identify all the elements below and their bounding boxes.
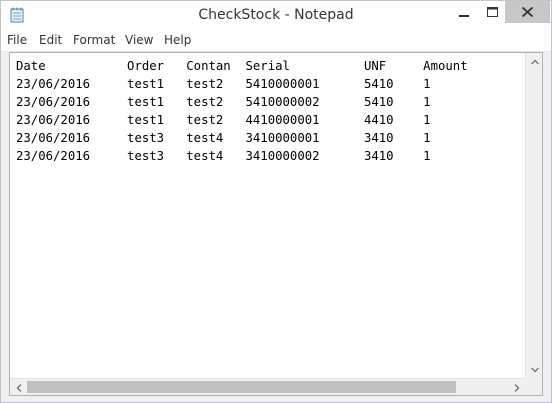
vertical-scrollbar[interactable]	[525, 53, 542, 378]
menu-bar: File Edit Format View Help	[1, 30, 551, 52]
editor-frame: Date Order Contan Serial UNF Amount 23/0…	[9, 52, 543, 396]
menu-file[interactable]: File	[7, 33, 27, 47]
chevron-right-icon	[514, 383, 519, 392]
chevron-left-icon	[16, 383, 21, 392]
close-button[interactable]	[505, 1, 550, 23]
chevron-down-icon	[530, 367, 539, 372]
menu-view[interactable]: View	[125, 33, 153, 47]
minimize-icon	[459, 15, 469, 17]
maximize-button[interactable]	[479, 1, 505, 23]
menu-help[interactable]: Help	[164, 33, 191, 47]
title-bar[interactable]: CheckStock - Notepad	[1, 1, 551, 30]
scroll-up-button[interactable]	[526, 53, 543, 70]
horizontal-scrollbar[interactable]	[10, 378, 525, 395]
scrollbar-corner	[525, 378, 542, 395]
menu-format[interactable]: Format	[73, 33, 115, 47]
scroll-down-button[interactable]	[526, 361, 543, 378]
notepad-window: CheckStock - Notepad File Edit Format Vi…	[0, 0, 552, 403]
chevron-up-icon	[530, 59, 539, 64]
text-editor[interactable]: Date Order Contan Serial UNF Amount 23/0…	[10, 53, 525, 378]
maximize-icon	[486, 7, 498, 17]
close-icon	[522, 7, 533, 17]
minimize-button[interactable]	[451, 1, 477, 23]
horizontal-scroll-thumb[interactable]	[27, 381, 456, 393]
editor-text[interactable]: Date Order Contan Serial UNF Amount 23/0…	[10, 53, 525, 165]
scroll-right-button[interactable]	[508, 379, 525, 396]
menu-edit[interactable]: Edit	[39, 33, 62, 47]
scroll-left-button[interactable]	[10, 379, 27, 396]
